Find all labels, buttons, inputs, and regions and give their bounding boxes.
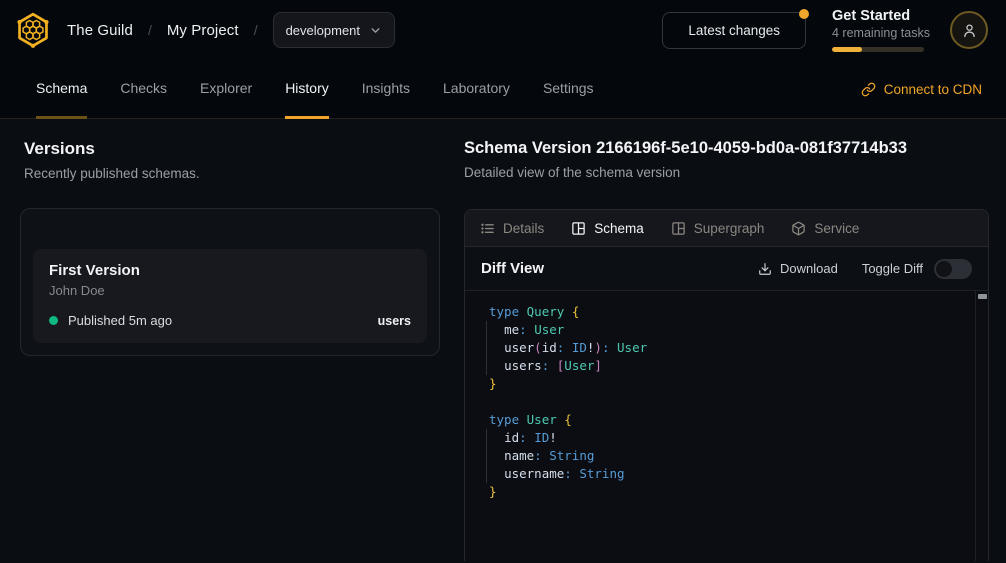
person-icon bbox=[961, 22, 978, 39]
notification-dot bbox=[799, 9, 809, 19]
tab-supergraph-label: Supergraph bbox=[694, 221, 765, 236]
tab-schema-label: Schema bbox=[594, 221, 644, 236]
connect-to-cdn-label: Connect to CDN bbox=[884, 82, 982, 97]
target-selector[interactable]: development bbox=[273, 12, 395, 48]
link-icon bbox=[861, 82, 876, 97]
detail-tab-bar: Details Schema Supergraph bbox=[465, 210, 988, 247]
tab-service[interactable]: Service bbox=[791, 221, 859, 236]
schema-version-detail: Schema Version 2166196f-5e10-4059-bd0a-0… bbox=[464, 139, 989, 561]
version-author: John Doe bbox=[49, 283, 411, 298]
cube-icon bbox=[791, 221, 806, 236]
target-selector-value: development bbox=[286, 23, 360, 38]
tab-supergraph[interactable]: Supergraph bbox=[671, 221, 765, 236]
nav-tab-history[interactable]: History bbox=[285, 60, 329, 119]
breadcrumb: The Guild / My Project / development bbox=[67, 12, 395, 48]
get-started-subtitle: 4 remaining tasks bbox=[832, 26, 924, 40]
versions-list: First Version John Doe Published 5m ago … bbox=[20, 208, 440, 356]
get-started-progressbar bbox=[832, 47, 924, 52]
nav-tab-laboratory[interactable]: Laboratory bbox=[443, 60, 510, 119]
graphql-schema-code: type Query { me: User user(id: ID!): Use… bbox=[489, 303, 968, 501]
breadcrumb-separator: / bbox=[148, 22, 152, 38]
nav-tab-checks[interactable]: Checks bbox=[120, 60, 167, 119]
toggle-diff-label: Toggle Diff bbox=[862, 261, 923, 276]
nav-tab-schema[interactable]: Schema bbox=[36, 60, 87, 119]
version-name: First Version bbox=[49, 262, 411, 279]
breadcrumb-separator: / bbox=[254, 22, 258, 38]
user-avatar[interactable] bbox=[950, 11, 988, 49]
version-meta-row: Published 5m ago users bbox=[49, 313, 411, 328]
breadcrumb-project[interactable]: My Project bbox=[167, 22, 239, 39]
list-icon bbox=[480, 221, 495, 236]
latest-changes-button[interactable]: Latest changes bbox=[662, 12, 806, 49]
toggle-diff-control: Toggle Diff bbox=[862, 259, 972, 279]
version-service-badge: users bbox=[378, 314, 411, 328]
columns-icon bbox=[671, 221, 686, 236]
progress-fill bbox=[832, 47, 862, 52]
hive-logo-icon[interactable] bbox=[14, 11, 52, 49]
published-status-dot bbox=[49, 316, 58, 325]
versions-title: Versions bbox=[24, 139, 440, 159]
nav-tabs: Schema Checks Explorer History Insights … bbox=[36, 60, 594, 118]
app-window: The Guild / My Project / development Lat… bbox=[0, 0, 1006, 563]
get-started-widget[interactable]: Get Started 4 remaining tasks bbox=[832, 8, 924, 52]
download-label: Download bbox=[780, 261, 838, 276]
breadcrumb-org[interactable]: The Guild bbox=[67, 22, 133, 39]
versions-panel: Versions Recently published schemas. Fir… bbox=[20, 139, 440, 356]
chevron-down-icon bbox=[369, 24, 382, 37]
get-started-title: Get Started bbox=[832, 8, 924, 24]
tab-service-label: Service bbox=[814, 221, 859, 236]
version-status: Published 5m ago bbox=[68, 313, 172, 328]
diff-actions: Download Toggle Diff bbox=[758, 259, 972, 279]
diff-view-title: Diff View bbox=[481, 260, 544, 277]
version-list-item[interactable]: First Version John Doe Published 5m ago … bbox=[33, 249, 427, 343]
diff-header: Diff View Download Toggle Diff bbox=[465, 247, 988, 290]
nav-tab-explorer[interactable]: Explorer bbox=[200, 60, 252, 119]
tab-details-label: Details bbox=[503, 221, 544, 236]
latest-changes-label: Latest changes bbox=[688, 23, 780, 38]
schema-version-subtitle: Detailed view of the schema version bbox=[464, 165, 989, 180]
indent-guide bbox=[486, 321, 487, 375]
toggle-diff-switch[interactable] bbox=[934, 259, 972, 279]
code-scrollbar[interactable] bbox=[975, 291, 988, 561]
download-icon bbox=[758, 262, 772, 276]
schema-detail-card: Details Schema Supergraph bbox=[464, 209, 989, 561]
download-button[interactable]: Download bbox=[758, 261, 838, 276]
indent-guide bbox=[486, 429, 487, 483]
top-header: The Guild / My Project / development Lat… bbox=[0, 0, 1006, 60]
switch-knob bbox=[936, 261, 952, 277]
nav-tab-insights[interactable]: Insights bbox=[362, 60, 410, 119]
versions-subtitle: Recently published schemas. bbox=[24, 166, 440, 181]
nav-tab-settings[interactable]: Settings bbox=[543, 60, 594, 119]
schema-code-viewer[interactable]: type Query { me: User user(id: ID!): Use… bbox=[465, 290, 988, 561]
tab-details[interactable]: Details bbox=[480, 221, 544, 236]
columns-icon bbox=[571, 221, 586, 236]
schema-version-title: Schema Version 2166196f-5e10-4059-bd0a-0… bbox=[464, 139, 989, 158]
header-right-cluster: Latest changes Get Started 4 remaining t… bbox=[662, 8, 988, 52]
main-nav: Schema Checks Explorer History Insights … bbox=[0, 60, 1006, 119]
tab-schema[interactable]: Schema bbox=[571, 221, 644, 236]
connect-to-cdn-button[interactable]: Connect to CDN bbox=[861, 60, 982, 118]
scrollbar-thumb[interactable] bbox=[978, 294, 987, 299]
